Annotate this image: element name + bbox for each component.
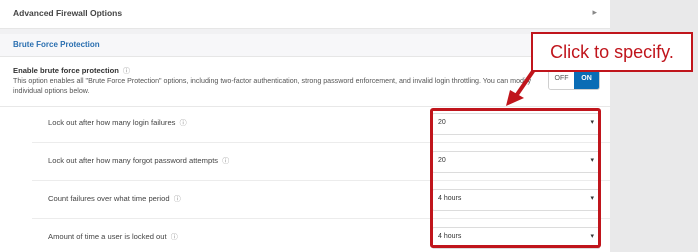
help-circle-icon[interactable]: ⓘ (171, 232, 178, 242)
login-failures-select[interactable]: 20 ▾ (432, 113, 600, 135)
advanced-firewall-options-header[interactable]: Advanced Firewall Options ▸ (0, 0, 610, 29)
enable-brute-force-label: Enable brute force protection (13, 66, 119, 75)
option-label: Count failures over what time period ⓘ (48, 194, 181, 204)
dropdown-caret-icon: ▾ (590, 233, 594, 240)
option-row-lockout-time: Amount of time a user is locked out ⓘ 4 … (0, 218, 610, 252)
option-label: Lock out after how many forgot password … (48, 156, 230, 166)
option-row-forgot-password: Lock out after how many forgot password … (0, 142, 610, 180)
chevron-right-icon: ▸ (592, 7, 597, 17)
dropdown-caret-icon: ▾ (590, 157, 594, 164)
annotation-callout: Click to specify. (531, 32, 693, 72)
forgot-password-attempts-select[interactable]: 20 ▾ (432, 151, 600, 173)
help-circle-icon[interactable]: ⓘ (123, 66, 130, 76)
option-row-time-period: Count failures over what time period ⓘ 4… (0, 180, 610, 218)
brute-force-protection-label: Brute Force Protection (13, 40, 100, 49)
select-value: 4 hours (438, 233, 462, 240)
help-circle-icon[interactable]: ⓘ (180, 118, 187, 128)
dropdown-caret-icon: ▾ (590, 119, 594, 126)
time-period-select[interactable]: 4 hours ▾ (432, 189, 600, 211)
enable-brute-force-description: This option enables all "Brute Force Pro… (13, 77, 532, 95)
settings-panel: Advanced Firewall Options ▸ Brute Force … (0, 0, 610, 252)
help-circle-icon[interactable]: ⓘ (222, 156, 229, 166)
dropdown-caret-icon: ▾ (590, 195, 594, 202)
select-value: 4 hours (438, 195, 462, 202)
brute-force-protection-header[interactable]: Brute Force Protection (0, 34, 610, 57)
option-label: Lock out after how many login failures ⓘ (48, 118, 187, 128)
advanced-firewall-options-label: Advanced Firewall Options (13, 8, 123, 18)
lockout-time-select[interactable]: 4 hours ▾ (432, 227, 600, 249)
option-label: Amount of time a user is locked out ⓘ (48, 232, 178, 242)
select-value: 20 (438, 157, 446, 164)
help-circle-icon[interactable]: ⓘ (174, 194, 181, 204)
select-value: 20 (438, 119, 446, 126)
enable-brute-force-title: Enable brute force protection ⓘ (13, 66, 130, 76)
callout-text: Click to specify. (550, 41, 674, 62)
